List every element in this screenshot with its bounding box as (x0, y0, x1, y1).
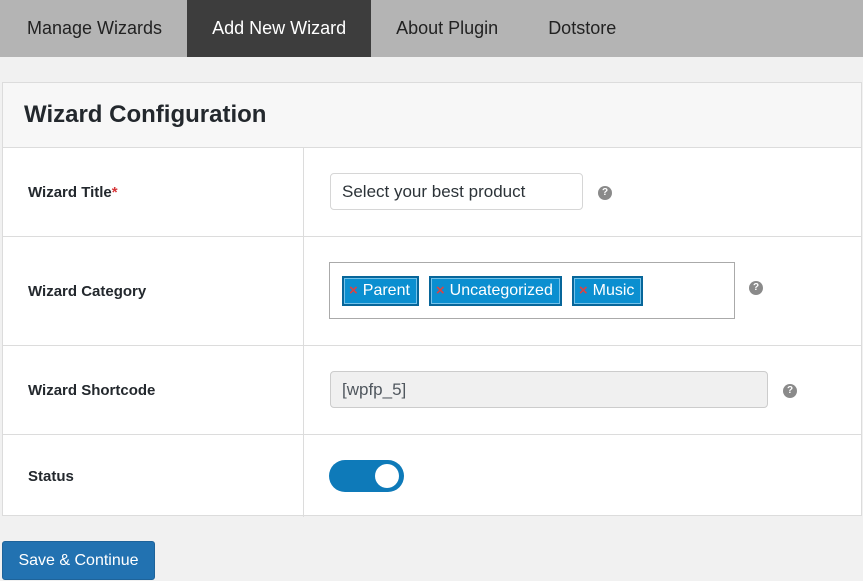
wizard-category-label: Wizard Category (3, 237, 304, 345)
wizard-category-select[interactable]: × Parent × Uncategorized × Music (329, 262, 735, 319)
tab-manage-wizards[interactable]: Manage Wizards (2, 0, 187, 57)
row-wizard-shortcode: Wizard Shortcode ? (3, 346, 861, 435)
toggle-knob (375, 464, 399, 488)
row-wizard-title: Wizard Title* ? (3, 148, 861, 237)
status-toggle[interactable] (329, 460, 404, 492)
close-icon[interactable]: × (436, 282, 445, 299)
category-chip-uncategorized: × Uncategorized (428, 275, 562, 306)
panel-header: Wizard Configuration (3, 83, 861, 148)
status-label: Status (3, 435, 304, 517)
nav-tab-bar: Manage Wizards Add New Wizard About Plug… (0, 0, 863, 57)
status-cell (304, 435, 861, 517)
wizard-shortcode-label: Wizard Shortcode (3, 346, 304, 434)
wizard-category-cell: × Parent × Uncategorized × Music ? (304, 237, 861, 345)
category-chip-music: × Music (571, 275, 644, 306)
wizard-title-input[interactable] (330, 173, 583, 210)
help-icon[interactable]: ? (749, 281, 763, 295)
wizard-title-cell: ? (304, 148, 861, 236)
close-icon[interactable]: × (579, 282, 588, 299)
row-wizard-category: Wizard Category × Parent × Uncategorized… (3, 237, 861, 346)
close-icon[interactable]: × (349, 282, 358, 299)
save-continue-button[interactable]: Save & Continue (2, 541, 155, 580)
tab-add-new-wizard[interactable]: Add New Wizard (187, 0, 372, 57)
wizard-title-label: Wizard Title * (3, 148, 304, 236)
wizard-configuration-panel: Wizard Configuration Wizard Title* ? Wiz… (2, 82, 862, 517)
wizard-shortcode-cell: ? (304, 346, 861, 434)
category-chip-parent: × Parent (342, 275, 419, 306)
tab-dotstore[interactable]: Dotstore (523, 0, 641, 57)
tab-about-plugin[interactable]: About Plugin (371, 0, 523, 57)
wizard-shortcode-input[interactable] (330, 371, 768, 408)
row-status: Status (3, 435, 861, 517)
panel-title: Wizard Configuration (24, 101, 267, 128)
help-icon[interactable]: ? (598, 186, 612, 200)
help-icon[interactable]: ? (783, 384, 797, 398)
required-mark: * (111, 183, 118, 201)
